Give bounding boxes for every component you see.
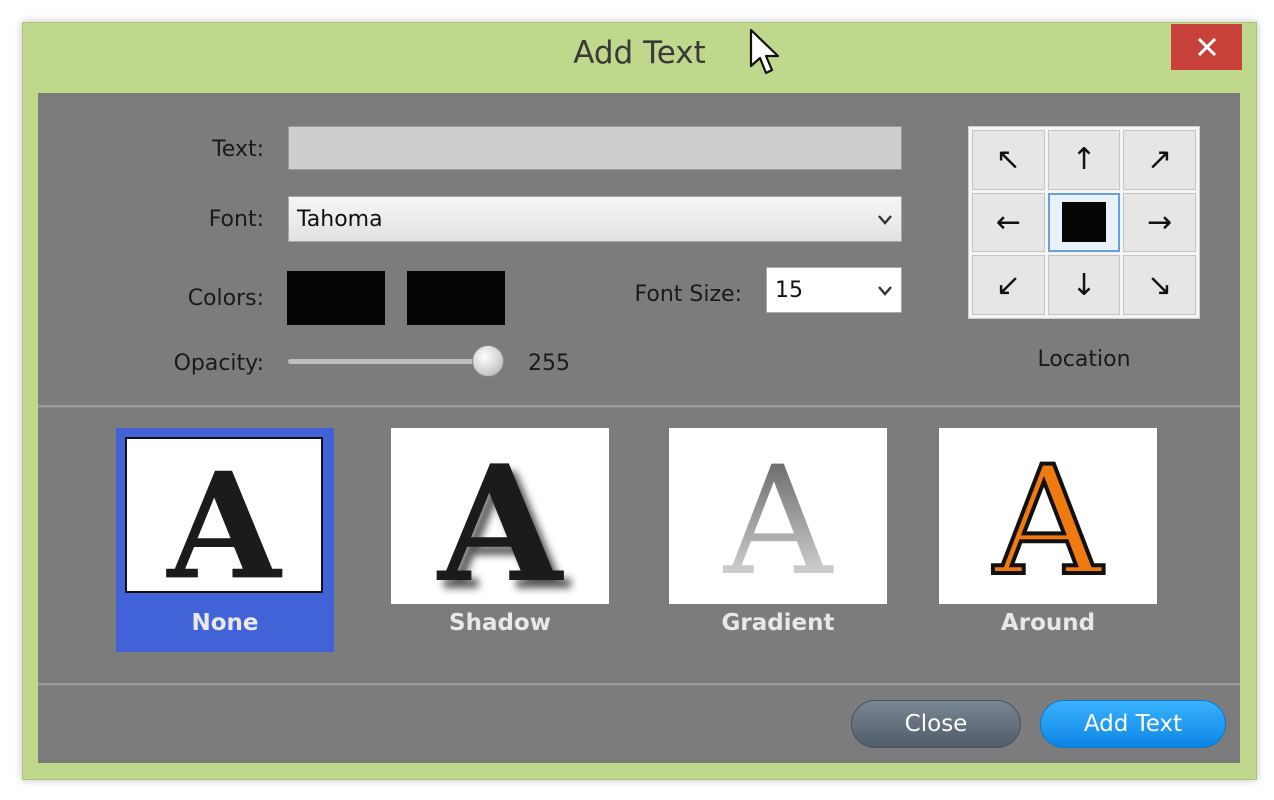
effect-none-label: None — [191, 610, 259, 636]
arrow-up-right-icon[interactable]: ↗ — [1123, 130, 1196, 190]
effect-gradient-preview: A — [669, 428, 887, 609]
location-grid: ↖ ↑ ↗ ← → ↙ ↓ ↘ — [968, 126, 1200, 319]
close-x-icon[interactable] — [1171, 24, 1242, 70]
dialog-body: Text: Font: Tahoma Colors: Font Size: 15… — [38, 93, 1240, 763]
font-select[interactable]: Tahoma — [288, 196, 902, 242]
arrow-up-icon[interactable]: ↑ — [1047, 130, 1121, 190]
effect-gradient[interactable]: A Gradient — [669, 428, 887, 652]
letter-a-outline-icon: A — [991, 433, 1106, 611]
center-square-icon — [1061, 202, 1106, 243]
mouse-cursor-icon — [749, 28, 780, 75]
opacity-label: Opacity: — [173, 351, 264, 376]
effect-shadow[interactable]: A A Shadow — [391, 428, 609, 652]
effect-around[interactable]: A Around — [939, 428, 1157, 652]
font-size-label: Font Size: — [634, 282, 742, 307]
opacity-slider-knob[interactable] — [472, 345, 504, 377]
arrow-down-icon[interactable]: ↓ — [1047, 255, 1121, 315]
colors-label: Colors: — [187, 286, 264, 311]
opacity-slider-track[interactable] — [288, 359, 498, 364]
divider — [38, 405, 1240, 408]
primary-color-swatch[interactable] — [287, 271, 385, 325]
location-label: Location — [1037, 347, 1131, 372]
close-button[interactable]: Close — [851, 700, 1021, 748]
arrow-right-icon[interactable]: → — [1123, 192, 1196, 253]
font-label: Font: — [208, 207, 264, 232]
font-select-value: Tahoma — [297, 206, 383, 232]
svg-text:A: A — [165, 441, 283, 591]
font-size-select[interactable]: 15 — [766, 267, 902, 313]
location-center-button[interactable] — [1047, 192, 1121, 253]
divider — [38, 683, 1240, 686]
add-text-dialog: Add Text Text: Font: Tahoma Colors: Font… — [22, 22, 1257, 780]
chevron-down-icon — [878, 286, 892, 296]
letter-a-shadow-icon: A A — [436, 430, 571, 626]
chevron-down-icon — [878, 215, 892, 225]
dialog-title: Add Text — [573, 35, 706, 71]
text-label: Text: — [212, 137, 264, 162]
effect-shadow-preview: A A — [391, 428, 609, 626]
secondary-color-swatch[interactable] — [407, 271, 505, 325]
opacity-value: 255 — [528, 351, 570, 376]
text-input[interactable] — [288, 126, 902, 170]
effect-gradient-label: Gradient — [721, 610, 835, 636]
font-size-value: 15 — [775, 277, 803, 303]
arrow-up-left-icon[interactable]: ↖ — [972, 130, 1045, 190]
arrow-down-right-icon[interactable]: ↘ — [1123, 255, 1196, 315]
letter-a-gradient-icon: A — [723, 435, 834, 609]
effect-around-preview: A — [939, 428, 1157, 611]
add-text-button[interactable]: Add Text — [1040, 700, 1226, 748]
arrow-down-left-icon[interactable]: ↙ — [972, 255, 1045, 315]
svg-text:A: A — [436, 430, 564, 604]
svg-text:A: A — [723, 435, 834, 604]
effect-shadow-label: Shadow — [449, 610, 551, 636]
letter-a-icon: A — [165, 441, 283, 612]
effect-none-preview: A — [125, 437, 323, 612]
effect-around-label: Around — [1000, 610, 1096, 636]
effect-none[interactable]: A None — [116, 428, 334, 652]
svg-text:A: A — [993, 435, 1104, 604]
arrow-left-icon[interactable]: ← — [972, 192, 1045, 253]
